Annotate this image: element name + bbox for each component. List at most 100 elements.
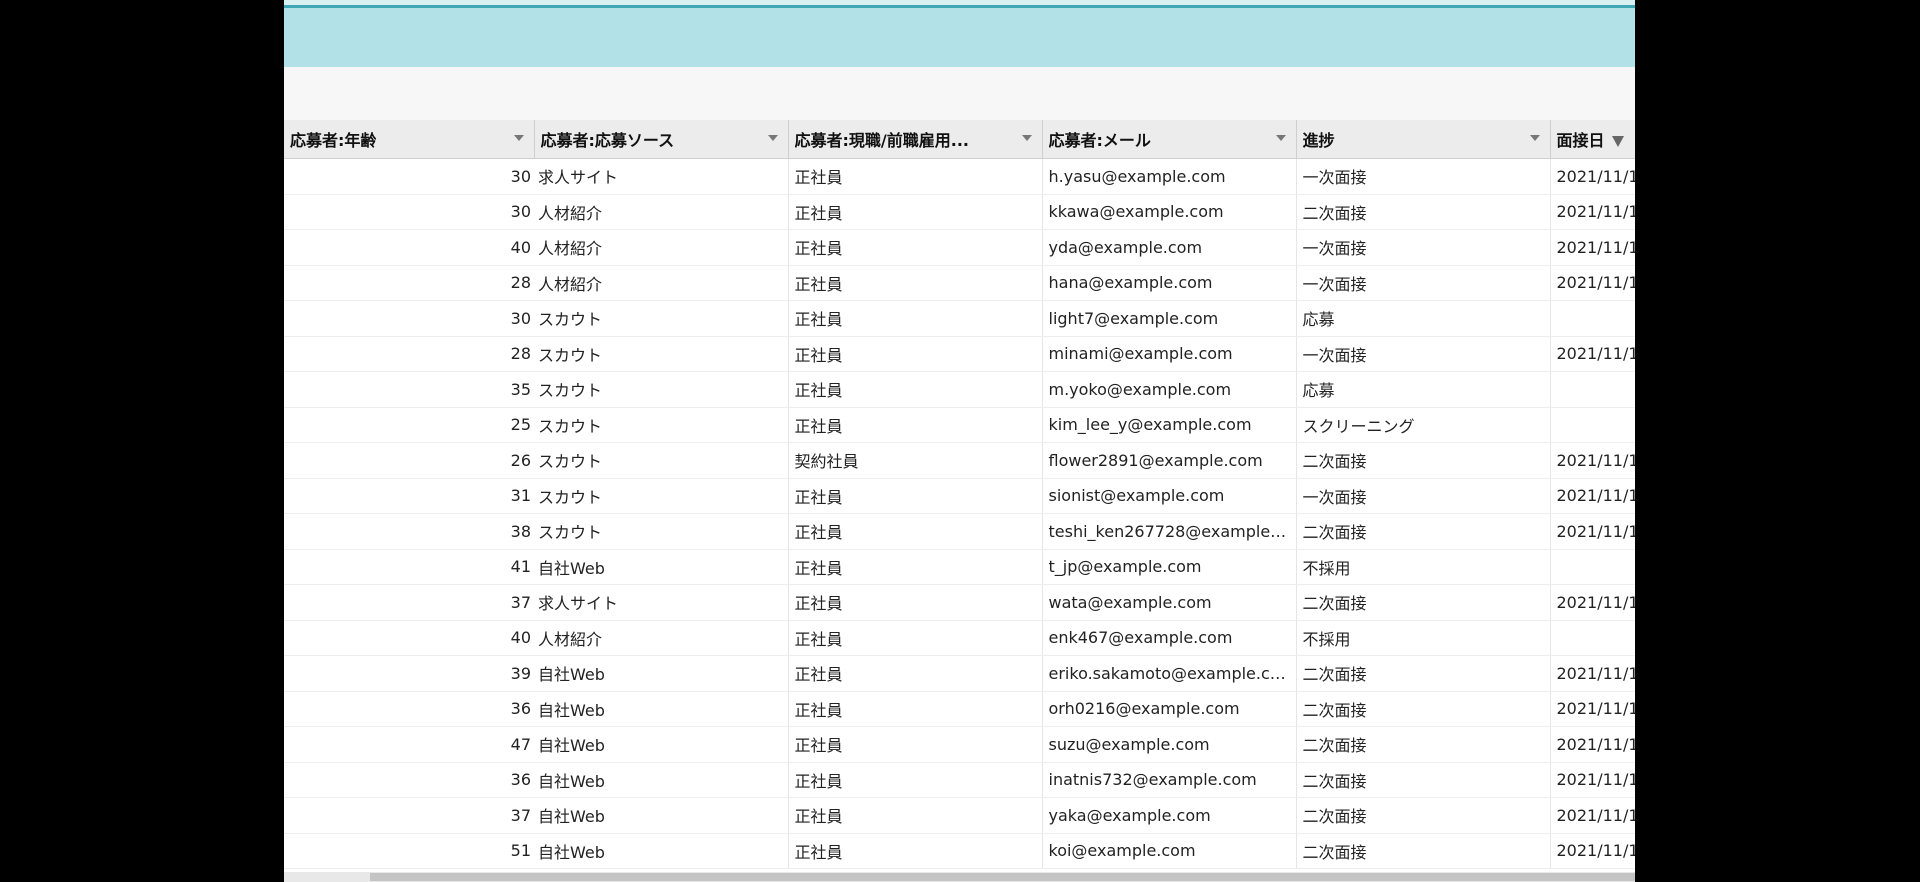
cell-interview-date[interactable]: 2021/11/1: [1550, 194, 1635, 230]
cell-progress[interactable]: 不採用: [1296, 549, 1551, 585]
cell-employment[interactable]: 正社員: [788, 407, 1043, 443]
table-row[interactable]: 30 スカウト 正社員 light7@example.com 応募: [284, 300, 1635, 337]
chevron-down-icon[interactable]: [767, 135, 778, 141]
table-row[interactable]: 39 自社Web 正社員 eriko.sakamoto@example.com 二次面接…: [284, 655, 1635, 692]
cell-interview-date[interactable]: 2021/11/1: [1550, 584, 1635, 621]
cell-age[interactable]: 31: [284, 478, 534, 514]
cell-interview-date[interactable]: 2021/11/1: [1550, 833, 1635, 869]
cell-progress[interactable]: スクリーニング: [1296, 407, 1551, 443]
cell-interview-date[interactable]: [1550, 371, 1635, 408]
cell-age[interactable]: 47: [284, 726, 534, 763]
cell-email[interactable]: kim_lee_y@example.com: [1042, 407, 1297, 443]
cell-employment[interactable]: 正社員: [788, 478, 1043, 514]
cell-email[interactable]: eriko.sakamoto@example.com: [1042, 655, 1297, 692]
cell-source[interactable]: スカウト: [534, 300, 789, 337]
cell-progress[interactable]: 不採用: [1296, 620, 1551, 656]
cell-source[interactable]: 自社Web: [534, 797, 789, 834]
cell-age[interactable]: 26: [284, 442, 534, 479]
cell-progress[interactable]: 二次面接: [1296, 726, 1551, 763]
cell-email[interactable]: minami@example.com: [1042, 336, 1297, 372]
cell-source[interactable]: 求人サイト: [534, 584, 789, 621]
cell-employment[interactable]: 契約社員: [788, 442, 1043, 479]
cell-progress[interactable]: 二次面接: [1296, 584, 1551, 621]
column-header-email[interactable]: 応募者:メール: [1042, 120, 1297, 159]
cell-progress[interactable]: 応募: [1296, 371, 1551, 408]
cell-email[interactable]: teshi_ken267728@example.c...: [1042, 513, 1297, 550]
cell-email[interactable]: enk467@example.com: [1042, 620, 1297, 656]
table-row[interactable]: 30 求人サイト 正社員 h.yasu@example.com 一次面接 2021/11/…: [284, 158, 1635, 195]
cell-progress[interactable]: 一次面接: [1296, 265, 1551, 301]
cell-interview-date[interactable]: 2021/11/1: [1550, 158, 1635, 195]
cell-employment[interactable]: 正社員: [788, 194, 1043, 230]
cell-employment[interactable]: 正社員: [788, 229, 1043, 266]
cell-age[interactable]: 40: [284, 620, 534, 656]
table-row[interactable]: 35 スカウト 正社員 m.yoko@example.com 応募: [284, 371, 1635, 408]
cell-progress[interactable]: 二次面接: [1296, 797, 1551, 834]
cell-email[interactable]: koi@example.com: [1042, 833, 1297, 869]
column-header-progress[interactable]: 進捗: [1296, 120, 1551, 159]
cell-source[interactable]: 求人サイト: [534, 158, 789, 195]
cell-source[interactable]: 人材紹介: [534, 194, 789, 230]
cell-age[interactable]: 38: [284, 513, 534, 550]
table-row[interactable]: 37 自社Web 正社員 yaka@example.com 二次面接 2021/11/1: [284, 797, 1635, 834]
cell-employment[interactable]: 正社員: [788, 336, 1043, 372]
cell-employment[interactable]: 正社員: [788, 726, 1043, 763]
cell-age[interactable]: 35: [284, 371, 534, 408]
table-row[interactable]: 40 人材紹介 正社員 enk467@example.com 不採用: [284, 620, 1635, 656]
cell-progress[interactable]: 二次面接: [1296, 691, 1551, 727]
chevron-down-icon[interactable]: [513, 135, 524, 141]
table-row[interactable]: 36 自社Web 正社員 inatnis732@example.com 二次面接 2021…: [284, 762, 1635, 798]
cell-age[interactable]: 30: [284, 194, 534, 230]
cell-email[interactable]: m.yoko@example.com: [1042, 371, 1297, 408]
cell-source[interactable]: 自社Web: [534, 833, 789, 869]
table-row[interactable]: 40 人材紹介 正社員 yda@example.com 一次面接 2021/11/1: [284, 229, 1635, 266]
cell-email[interactable]: inatnis732@example.com: [1042, 762, 1297, 798]
chevron-down-icon[interactable]: [1529, 135, 1540, 141]
cell-employment[interactable]: 正社員: [788, 691, 1043, 727]
cell-email[interactable]: wata@example.com: [1042, 584, 1297, 621]
cell-employment[interactable]: 正社員: [788, 265, 1043, 301]
table-row[interactable]: 28 人材紹介 正社員 hana@example.com 一次面接 2021/11/1: [284, 265, 1635, 301]
cell-progress[interactable]: 二次面接: [1296, 513, 1551, 550]
cell-interview-date[interactable]: 2021/11/1: [1550, 265, 1635, 301]
cell-interview-date[interactable]: 2021/11/1: [1550, 691, 1635, 727]
table-row[interactable]: 51 自社Web 正社員 koi@example.com 二次面接 2021/11/1: [284, 833, 1635, 869]
cell-progress[interactable]: 一次面接: [1296, 336, 1551, 372]
cell-employment[interactable]: 正社員: [788, 655, 1043, 692]
cell-source[interactable]: 人材紹介: [534, 229, 789, 266]
cell-source[interactable]: 自社Web: [534, 726, 789, 763]
cell-employment[interactable]: 正社員: [788, 584, 1043, 621]
cell-source[interactable]: 自社Web: [534, 762, 789, 798]
cell-interview-date[interactable]: 2021/11/1: [1550, 442, 1635, 479]
cell-employment[interactable]: 正社員: [788, 513, 1043, 550]
cell-email[interactable]: t_jp@example.com: [1042, 549, 1297, 585]
cell-source[interactable]: スカウト: [534, 478, 789, 514]
cell-interview-date[interactable]: 2021/11/1: [1550, 797, 1635, 834]
table-row[interactable]: 38 スカウト 正社員 teshi_ken267728@example.c... 二次面…: [284, 513, 1635, 550]
cell-progress[interactable]: 応募: [1296, 300, 1551, 337]
cell-email[interactable]: sionist@example.com: [1042, 478, 1297, 514]
table-row[interactable]: 25 スカウト 正社員 kim_lee_y@example.com スクリーニング: [284, 407, 1635, 443]
cell-employment[interactable]: 正社員: [788, 833, 1043, 869]
cell-source[interactable]: 人材紹介: [534, 265, 789, 301]
cell-age[interactable]: 36: [284, 691, 534, 727]
cell-age[interactable]: 28: [284, 265, 534, 301]
table-row[interactable]: 36 自社Web 正社員 orh0216@example.com 二次面接 2021/11…: [284, 691, 1635, 727]
column-header-interview-date[interactable]: 面接日: [1550, 120, 1635, 159]
table-row[interactable]: 37 求人サイト 正社員 wata@example.com 二次面接 2021/11/1: [284, 584, 1635, 621]
cell-age[interactable]: 25: [284, 407, 534, 443]
cell-source[interactable]: スカウト: [534, 513, 789, 550]
chevron-down-icon[interactable]: [1275, 135, 1286, 141]
cell-age[interactable]: 37: [284, 584, 534, 621]
cell-interview-date[interactable]: 2021/11/1: [1550, 336, 1635, 372]
cell-email[interactable]: flower2891@example.com: [1042, 442, 1297, 479]
cell-interview-date[interactable]: [1550, 620, 1635, 656]
cell-email[interactable]: light7@example.com: [1042, 300, 1297, 337]
cell-source[interactable]: 自社Web: [534, 691, 789, 727]
cell-source[interactable]: 人材紹介: [534, 620, 789, 656]
cell-age[interactable]: 37: [284, 797, 534, 834]
cell-interview-date[interactable]: [1550, 407, 1635, 443]
cell-age[interactable]: 41: [284, 549, 534, 585]
cell-interview-date[interactable]: [1550, 549, 1635, 585]
cell-source[interactable]: 自社Web: [534, 549, 789, 585]
